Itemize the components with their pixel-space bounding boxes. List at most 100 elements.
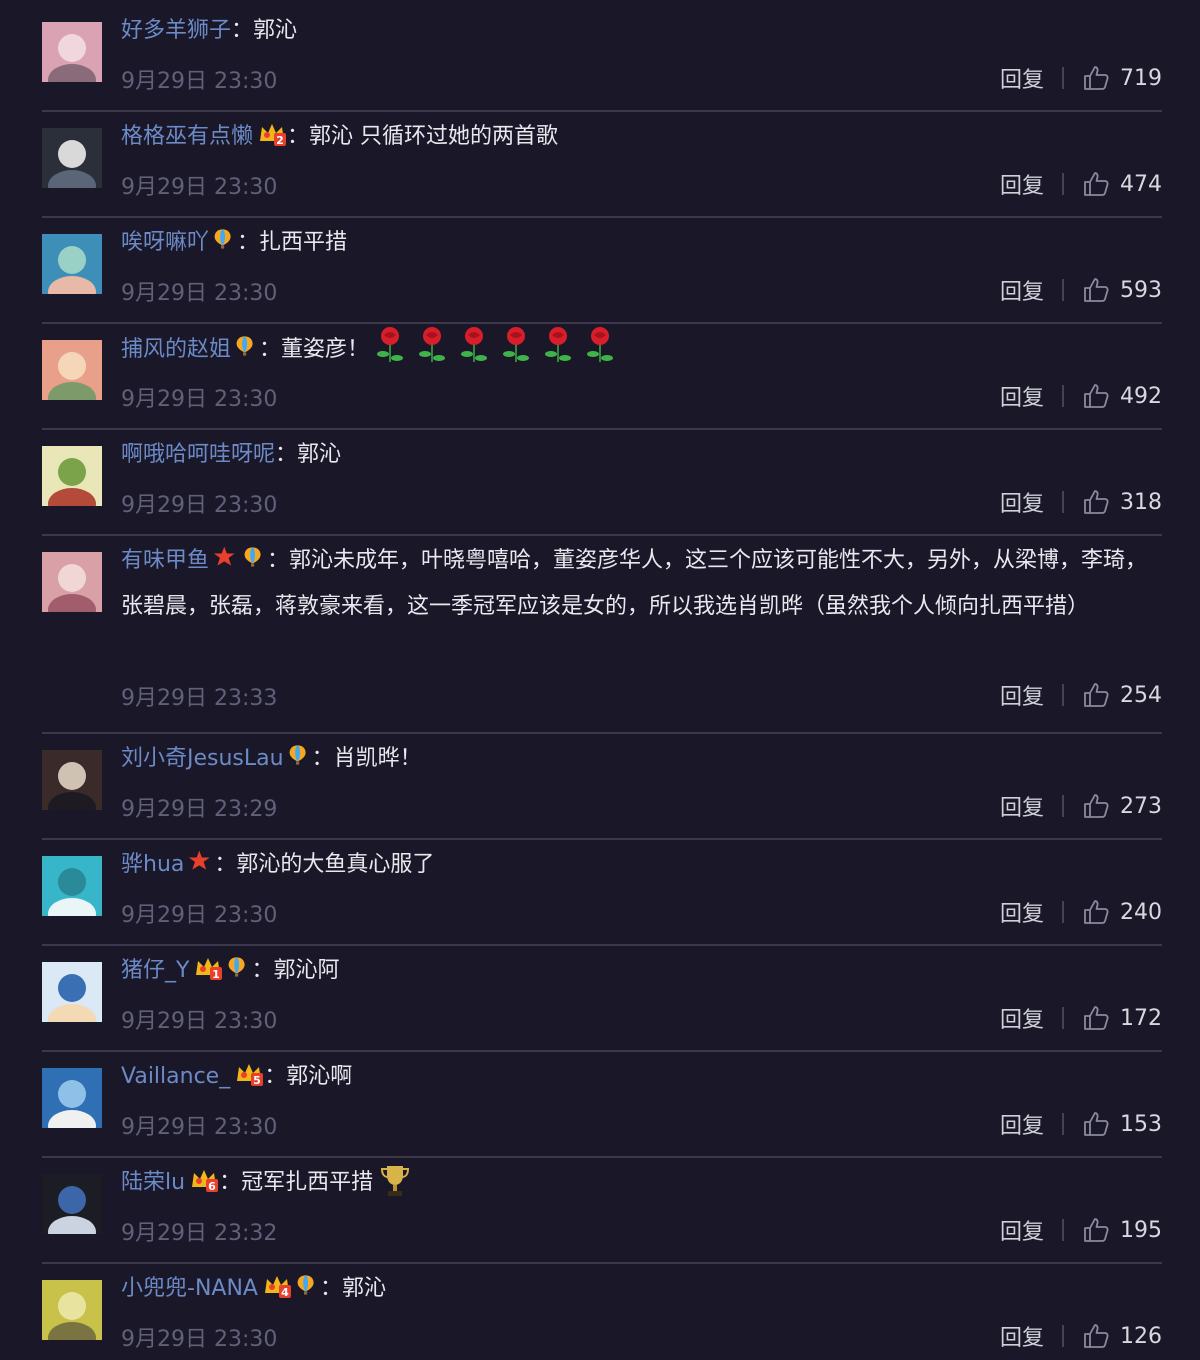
thumbs-up-icon [1082, 170, 1110, 198]
balloon-icon [213, 225, 237, 253]
like-button[interactable]: 318 [1082, 488, 1162, 516]
timestamp: 9月29日 23:30 [121, 387, 278, 412]
timestamp: 9月29日 23:30 [121, 1327, 278, 1352]
separator: ： [267, 548, 290, 573]
comment-body: 郭沁阿 [273, 958, 340, 983]
like-button[interactable]: 126 [1082, 1322, 1162, 1350]
rose-icon [417, 326, 447, 383]
balloon-icon [227, 953, 251, 981]
like-button[interactable]: 474 [1082, 170, 1162, 198]
reply-button[interactable]: 回复 [1000, 896, 1044, 928]
comment-body: 郭沁 [253, 18, 298, 43]
svg-text:1: 1 [213, 968, 221, 981]
like-count: 474 [1120, 171, 1162, 197]
trophy-icon [379, 1163, 411, 1216]
balloon-icon [288, 741, 312, 769]
avatar[interactable] [42, 1280, 102, 1340]
timestamp: 9月29日 23:30 [121, 69, 278, 94]
rose-icon [585, 326, 615, 383]
vip-crown-2-icon: 2 [257, 119, 287, 147]
separator: ： [311, 746, 334, 771]
action-divider [1062, 385, 1064, 407]
balloon-icon [243, 543, 267, 571]
avatar[interactable] [42, 128, 102, 188]
like-button[interactable]: 719 [1082, 64, 1162, 92]
like-count: 318 [1120, 489, 1162, 515]
username-link[interactable]: 好多羊狮子 [121, 18, 231, 43]
username-link[interactable]: 有味甲鱼 [121, 548, 209, 573]
thumbs-up-icon [1082, 64, 1110, 92]
reply-button[interactable]: 回复 [1000, 168, 1044, 200]
username-link[interactable]: 骅hua [121, 852, 184, 877]
action-divider [1062, 1007, 1064, 1029]
comment-text: Vaillance_ 5 ：郭沁啊 [121, 1054, 1152, 1100]
avatar[interactable] [42, 750, 102, 810]
avatar[interactable] [42, 552, 102, 612]
comment-text: 好多羊狮子：郭沁 [121, 8, 1152, 54]
svg-text:4: 4 [281, 1286, 289, 1299]
avatar[interactable] [42, 22, 102, 82]
rose-icon [501, 326, 531, 383]
like-button[interactable]: 492 [1082, 382, 1162, 410]
divider [42, 428, 1162, 430]
like-count: 240 [1120, 899, 1162, 925]
timestamp: 9月29日 23:30 [121, 1115, 278, 1140]
like-button[interactable]: 195 [1082, 1216, 1162, 1244]
like-count: 172 [1120, 1005, 1162, 1031]
reply-button[interactable]: 回复 [1000, 1002, 1044, 1034]
like-count: 492 [1120, 383, 1162, 409]
thumbs-up-icon [1082, 898, 1110, 926]
action-divider [1062, 491, 1064, 513]
comment-actions: 回复 474 [1000, 168, 1162, 200]
like-button[interactable]: 240 [1082, 898, 1162, 926]
reply-button[interactable]: 回复 [1000, 486, 1044, 518]
like-button[interactable]: 273 [1082, 792, 1162, 820]
like-button[interactable]: 153 [1082, 1110, 1162, 1138]
username-link[interactable]: 猪仔_Y [121, 958, 189, 983]
separator: ： [275, 442, 298, 467]
comment-body: 肖凯晔！ [333, 746, 422, 771]
thumbs-up-icon [1082, 276, 1110, 304]
reply-button[interactable]: 回复 [1000, 679, 1044, 711]
action-divider [1062, 1113, 1064, 1135]
username-link[interactable]: 刘小奇JesusLau [121, 746, 284, 771]
reply-button[interactable]: 回复 [1000, 1108, 1044, 1140]
reply-button[interactable]: 回复 [1000, 1214, 1044, 1246]
like-button[interactable]: 593 [1082, 276, 1162, 304]
avatar[interactable] [42, 856, 102, 916]
reply-button[interactable]: 回复 [1000, 62, 1044, 94]
comment-text: 有味甲鱼 ：郭沁未成年，叶晓粤嘻哈，董姿彦华人，这三个应该可能性不大，另外，从梁博… [121, 538, 1152, 630]
avatar[interactable] [42, 234, 102, 294]
reply-button[interactable]: 回复 [1000, 1320, 1044, 1352]
balloon-icon [296, 1271, 320, 1299]
like-button[interactable]: 172 [1082, 1004, 1162, 1032]
timestamp: 9月29日 23:33 [121, 686, 278, 711]
username-link[interactable]: 陆荣lu [121, 1170, 185, 1195]
username-link[interactable]: 唉呀嘛吖 [121, 230, 209, 255]
username-link[interactable]: 格格巫有点懒 [121, 124, 253, 149]
username-link[interactable]: 小兜兜-NANA [121, 1276, 258, 1301]
avatar[interactable] [42, 340, 102, 400]
avatar[interactable] [42, 962, 102, 1022]
username-link[interactable]: Vaillance_ [121, 1064, 230, 1089]
like-button[interactable]: 254 [1082, 681, 1162, 709]
username-link[interactable]: 捕风的赵姐 [121, 337, 231, 362]
comment-text: 格格巫有点懒 2 ：郭沁 只循环过她的两首歌 [121, 114, 1152, 160]
reply-button[interactable]: 回复 [1000, 274, 1044, 306]
comment-body: 扎西平措 [259, 230, 348, 255]
reply-button[interactable]: 回复 [1000, 380, 1044, 412]
reply-button[interactable]: 回复 [1000, 790, 1044, 822]
comment-body: 郭沁的大鱼真心服了 [236, 852, 435, 877]
divider [42, 732, 1162, 734]
like-count: 195 [1120, 1217, 1162, 1243]
avatar[interactable] [42, 446, 102, 506]
username-link[interactable]: 啊哦哈呵哇呀呢 [121, 442, 275, 467]
divider [42, 1262, 1162, 1264]
comment-text: 猪仔_Y 1 ：郭沁阿 [121, 948, 1152, 994]
comment-actions: 回复 273 [1000, 790, 1162, 822]
avatar[interactable] [42, 1068, 102, 1128]
thumbs-up-icon [1082, 1322, 1110, 1350]
action-divider [1062, 67, 1064, 89]
divider [42, 838, 1162, 840]
avatar[interactable] [42, 1174, 102, 1234]
